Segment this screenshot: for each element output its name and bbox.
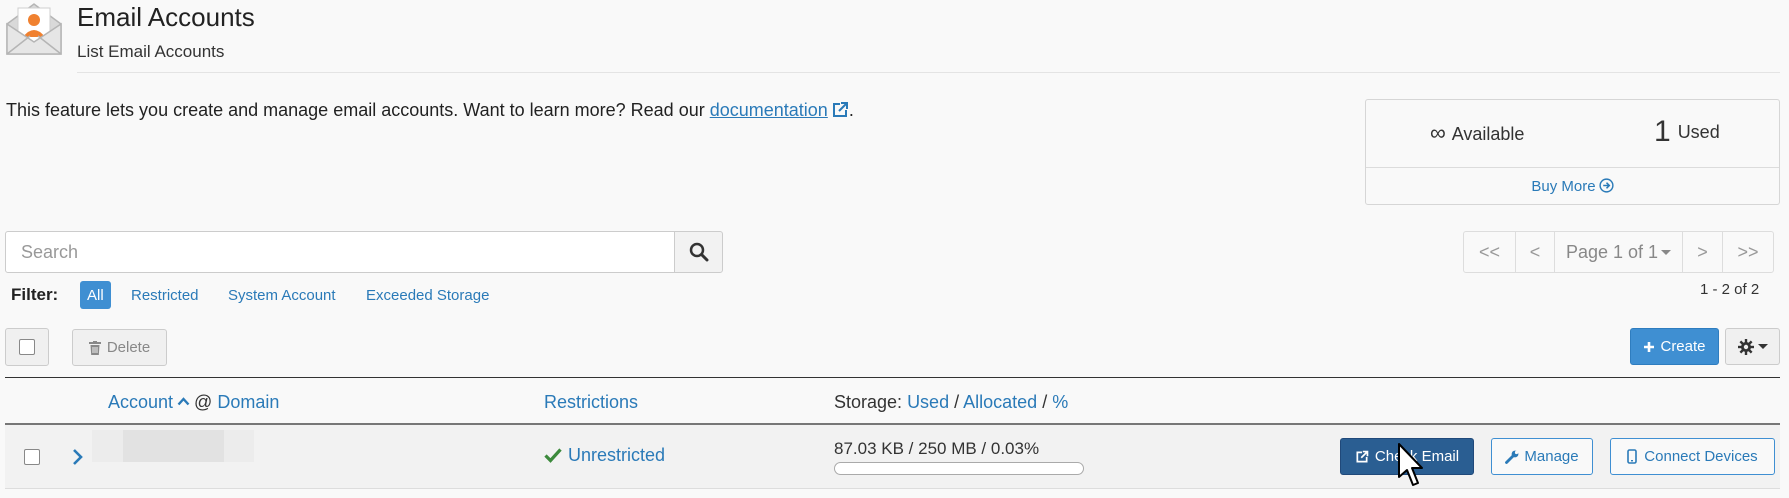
filter-all[interactable]: All bbox=[80, 281, 111, 309]
sort-ascending-icon bbox=[177, 397, 190, 406]
storage-separator: / bbox=[1042, 392, 1048, 412]
settings-menu-button[interactable] bbox=[1725, 328, 1780, 365]
intro-sentence: This feature lets you create and manage … bbox=[6, 100, 710, 120]
filter-exceeded-storage[interactable]: Exceeded Storage bbox=[359, 281, 496, 309]
table-top-border bbox=[5, 377, 1780, 378]
domain-sort-link[interactable]: Domain bbox=[217, 392, 279, 412]
at-separator: @ bbox=[194, 392, 213, 412]
first-page-button[interactable]: << bbox=[1464, 232, 1516, 272]
arrow-circle-right-icon bbox=[1599, 178, 1614, 193]
page-select[interactable]: Page 1 of 1 bbox=[1555, 232, 1683, 272]
storage-separator: / bbox=[954, 392, 960, 412]
page-label: Page 1 of 1 bbox=[1565, 241, 1659, 262]
mobile-phone-icon bbox=[1627, 449, 1638, 464]
filter-restricted[interactable]: Restricted bbox=[124, 281, 206, 309]
buy-more-link[interactable]: Buy More bbox=[1366, 178, 1779, 195]
pagination: << < Page 1 of 1 > >> bbox=[1463, 231, 1774, 273]
intro-text: This feature lets you create and manage … bbox=[6, 100, 854, 121]
column-header-restrictions[interactable]: Restrictions bbox=[544, 392, 638, 413]
available-stat: ∞ Available bbox=[1430, 120, 1524, 146]
sort-used-link[interactable]: Used bbox=[907, 392, 949, 412]
wrench-icon bbox=[1505, 450, 1519, 464]
select-all-checkbox[interactable] bbox=[5, 328, 49, 366]
column-header-account[interactable]: Account @ Domain bbox=[108, 392, 279, 413]
storage-prefix: Storage: bbox=[834, 392, 903, 412]
gear-icon bbox=[1737, 338, 1754, 355]
used-count: 1 bbox=[1654, 115, 1671, 148]
email-accounts-app-icon bbox=[4, 0, 64, 60]
account-stats-panel: ∞ Available 1 Used Buy More bbox=[1365, 99, 1780, 205]
page-subtitle: List Email Accounts bbox=[77, 42, 225, 61]
connect-devices-label: Connect Devices bbox=[1644, 448, 1758, 465]
used-stat: 1 Used bbox=[1654, 115, 1720, 149]
manage-button[interactable]: Manage bbox=[1491, 438, 1593, 475]
result-count: 1 - 2 of 2 bbox=[1700, 281, 1760, 298]
search-button[interactable] bbox=[674, 231, 723, 273]
mouse-pointer-icon bbox=[1398, 443, 1424, 493]
buy-more-label: Buy More bbox=[1531, 178, 1596, 195]
manage-label: Manage bbox=[1524, 448, 1579, 465]
page-title: Email Accounts bbox=[77, 2, 255, 32]
sort-percent-link[interactable]: % bbox=[1052, 392, 1068, 412]
delete-button[interactable]: Delete bbox=[72, 329, 167, 366]
caret-down-icon bbox=[1661, 249, 1672, 255]
redacted-account-name bbox=[92, 430, 254, 462]
header-divider bbox=[77, 72, 1780, 73]
connect-devices-button[interactable]: Connect Devices bbox=[1610, 438, 1775, 475]
filter-system-account[interactable]: System Account bbox=[221, 281, 343, 309]
delete-label: Delete bbox=[106, 339, 151, 356]
plus-icon bbox=[1644, 341, 1655, 352]
prev-page-button[interactable]: < bbox=[1516, 232, 1555, 272]
restriction-status[interactable]: Unrestricted bbox=[544, 445, 665, 466]
expand-row-button[interactable] bbox=[71, 447, 85, 467]
last-page-button[interactable]: >> bbox=[1723, 232, 1773, 272]
sort-allocated-link[interactable]: Allocated bbox=[963, 392, 1037, 412]
infinity-symbol: ∞ bbox=[1430, 120, 1446, 145]
storage-usage: 87.03 KB / 250 MB / 0.03% bbox=[834, 439, 1040, 458]
search-icon bbox=[689, 242, 708, 262]
chevron-right-icon bbox=[73, 449, 83, 465]
documentation-link[interactable]: documentation bbox=[710, 100, 828, 120]
row-checkbox[interactable] bbox=[24, 449, 40, 465]
available-label: Available bbox=[1451, 124, 1525, 144]
checkbox-box bbox=[19, 339, 35, 355]
external-link-icon[interactable] bbox=[831, 101, 849, 119]
caret-down-icon bbox=[1757, 344, 1768, 349]
external-link-icon bbox=[1356, 450, 1369, 463]
account-sort-link[interactable]: Account bbox=[108, 392, 173, 412]
create-label: Create bbox=[1660, 338, 1706, 355]
filter-label: Filter: bbox=[11, 285, 59, 304]
intro-suffix: . bbox=[848, 100, 854, 120]
storage-progress-bar bbox=[834, 462, 1084, 475]
check-icon bbox=[544, 448, 562, 463]
next-page-button[interactable]: > bbox=[1683, 232, 1723, 272]
trash-icon bbox=[88, 340, 101, 355]
used-label: Used bbox=[1677, 122, 1720, 142]
search-input[interactable] bbox=[5, 231, 675, 273]
restriction-label: Unrestricted bbox=[568, 445, 666, 465]
create-button[interactable]: Create bbox=[1630, 328, 1719, 365]
column-header-storage: Storage: Used / Allocated / % bbox=[834, 392, 1068, 413]
